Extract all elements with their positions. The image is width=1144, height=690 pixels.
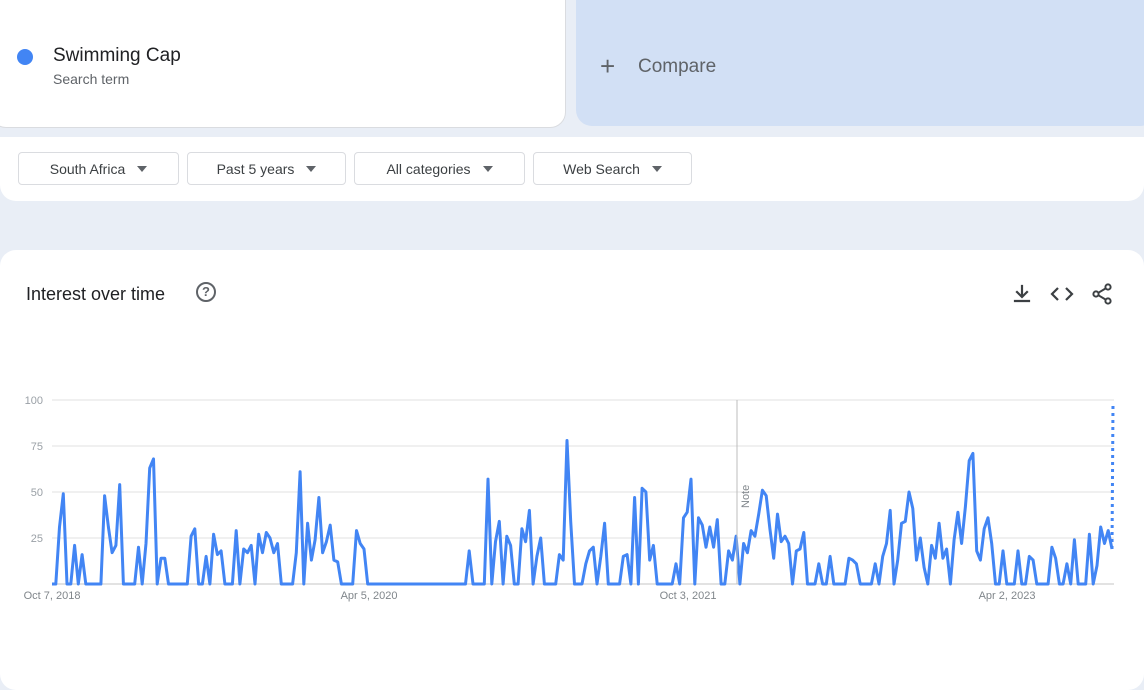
search-term-card[interactable]: Swimming Cap Search term — [0, 0, 566, 128]
filter-region-label: South Africa — [49, 160, 126, 177]
compare-button[interactable]: + Compare — [576, 0, 1144, 126]
filter-time-range[interactable]: Past 5 years — [187, 152, 346, 185]
filter-category[interactable]: All categories — [354, 152, 525, 185]
y-tick-label: 75 — [31, 441, 43, 453]
search-term-subtitle: Search term — [53, 71, 130, 87]
caret-down-icon — [651, 165, 662, 172]
filter-category-label: All categories — [386, 160, 471, 177]
x-tick-label: Oct 3, 2021 — [660, 590, 717, 602]
caret-down-icon — [482, 165, 493, 172]
x-tick-label: Apr 2, 2023 — [979, 590, 1036, 602]
y-tick-label: 25 — [31, 533, 43, 545]
series-line — [52, 439, 1114, 586]
y-tick-label: 50 — [31, 487, 43, 499]
note-label: Note — [740, 485, 752, 508]
partial-data-line — [1110, 403, 1115, 550]
y-tick-label: 100 — [25, 395, 43, 407]
plus-icon: + — [600, 51, 616, 81]
x-tick-label: Apr 5, 2020 — [341, 590, 398, 602]
x-tick-label: Oct 7, 2018 — [24, 590, 81, 602]
series-color-dot — [17, 49, 33, 65]
filter-time-range-label: Past 5 years — [216, 160, 295, 177]
caret-down-icon — [306, 165, 317, 172]
filter-search-type-label: Web Search — [563, 160, 640, 177]
filter-bar: South Africa Past 5 years All categories… — [0, 137, 1144, 201]
filter-region[interactable]: South Africa — [18, 152, 179, 185]
interest-over-time-card: Interest over time ? 100 75 50 25 Note Oct 7,… — [0, 250, 1144, 690]
compare-label: Compare — [638, 56, 717, 77]
filter-search-type[interactable]: Web Search — [533, 152, 692, 185]
search-term-name[interactable]: Swimming Cap — [53, 45, 181, 67]
caret-down-icon — [137, 165, 148, 172]
trend-chart: 100 75 50 25 Note Oct 7, 2018 Apr 5, 2020 Oct 3… — [24, 395, 1115, 602]
